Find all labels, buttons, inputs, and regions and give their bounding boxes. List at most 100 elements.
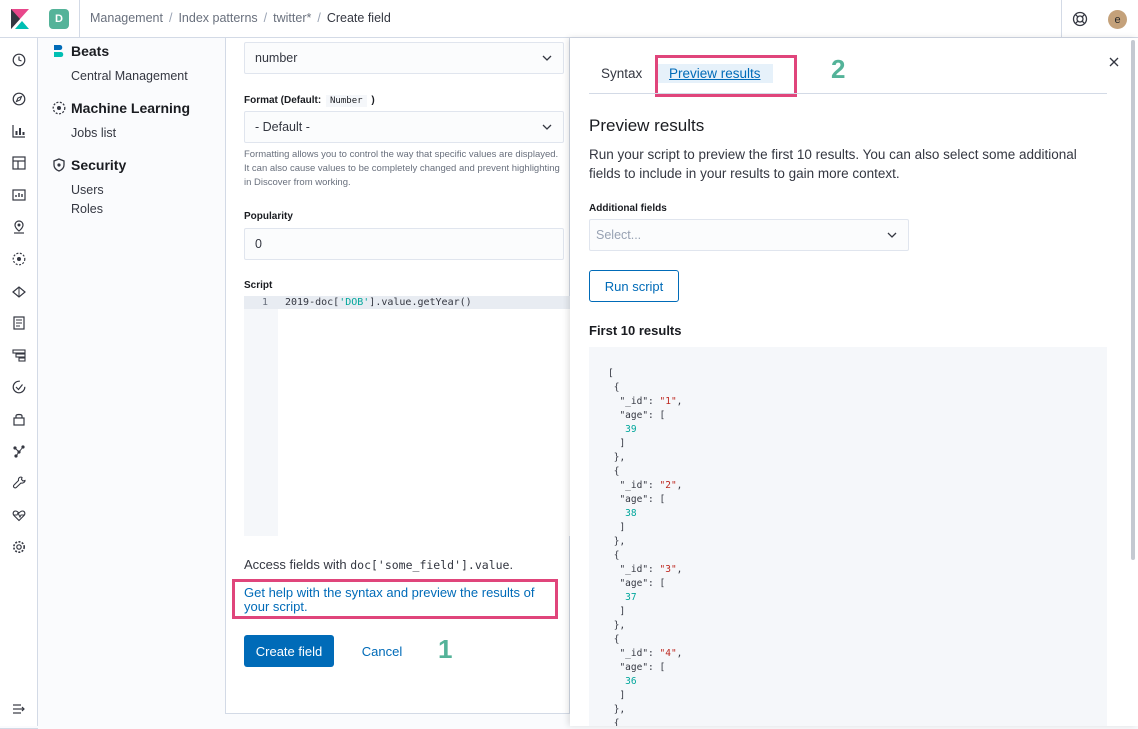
space-avatar[interactable]: D	[49, 9, 69, 29]
sidebar-section-title: Security	[71, 157, 127, 173]
type-select[interactable]: number	[244, 42, 564, 74]
result-age: 36	[625, 676, 637, 687]
flyout-scrollbar[interactable]	[1131, 40, 1135, 560]
breadcrumb-separator: /	[317, 11, 321, 25]
result-id: "1"	[659, 396, 677, 407]
format-default-code: Number	[326, 95, 367, 107]
expand-nav-icon[interactable]	[12, 702, 26, 716]
apm-icon[interactable]	[12, 348, 26, 362]
management-sidebar: Beats Central Management Machine Learnin…	[38, 38, 224, 726]
script-code-line: 2019-doc['DOB'].value.getYear()	[285, 296, 472, 309]
kibana-logo-icon[interactable]	[11, 9, 29, 29]
breadcrumb-current: Create field	[326, 11, 391, 25]
popularity-value: 0	[255, 237, 262, 251]
flyout-description: Run your script to preview the first 10 …	[589, 147, 1077, 181]
sidebar-item-central-management[interactable]: Central Management	[71, 69, 188, 83]
clock-icon[interactable]	[12, 53, 26, 67]
side-nav	[0, 38, 38, 729]
create-field-button[interactable]: Create field	[244, 635, 334, 667]
maps-icon[interactable]	[12, 220, 26, 234]
results-code-block[interactable]: [ { "_id": "1", "age": [ 39 ] }, { "_id"…	[589, 347, 1107, 726]
sidebar-item-jobs-list[interactable]: Jobs list	[71, 126, 116, 140]
format-label-prefix: Format (Default:	[244, 95, 322, 106]
additional-fields-label: Additional fields	[589, 203, 667, 214]
result-id: "4"	[659, 648, 677, 659]
result-age: 38	[625, 508, 637, 519]
results-json: [ { "_id": "1", "age": [ 39 ] }, { "_id"…	[608, 368, 683, 726]
graph-icon[interactable]	[12, 444, 26, 458]
access-fields-text: Access fields with doc['some_field'].val…	[244, 557, 513, 572]
ml-icon	[52, 101, 66, 115]
line-number: 1	[262, 297, 269, 308]
header-divider	[79, 0, 80, 38]
format-label: Format (Default: Number )	[244, 95, 375, 107]
result-age: 39	[625, 424, 637, 435]
format-select[interactable]: - Default -	[244, 111, 564, 143]
close-icon[interactable]	[1108, 56, 1120, 68]
user-avatar[interactable]: e	[1108, 10, 1127, 29]
breadcrumb: Management / Index patterns / twitter* / Creat…	[90, 11, 391, 25]
sidebar-section-title: Machine Learning	[71, 100, 191, 116]
sidebar-section-ml: Machine Learning	[52, 100, 190, 116]
popularity-label: Popularity	[244, 211, 293, 222]
siem-lock-icon[interactable]	[12, 412, 26, 426]
sidebar-section-title: Beats	[71, 43, 110, 59]
breadcrumb-index-patterns[interactable]: Index patterns	[178, 11, 257, 25]
management-gear-icon[interactable]	[12, 540, 26, 554]
compass-icon[interactable]	[12, 92, 26, 106]
sidebar-item-users[interactable]: Users	[71, 183, 104, 197]
run-script-button[interactable]: Run script	[589, 270, 679, 302]
flyout-title: Preview results	[589, 116, 705, 135]
access-prefix: Access fields with	[244, 557, 347, 572]
result-id: "3"	[659, 564, 677, 575]
editor-gutter	[244, 296, 278, 536]
type-select-value: number	[255, 51, 298, 65]
additional-fields-select[interactable]: Select...	[589, 219, 909, 251]
header-divider	[1061, 0, 1062, 38]
ml-icon[interactable]	[12, 252, 26, 266]
code-string-token: 'DOB'	[339, 297, 370, 308]
breadcrumb-management[interactable]: Management	[90, 11, 163, 25]
popularity-input[interactable]: 0	[244, 228, 564, 260]
canvas-icon[interactable]	[12, 188, 26, 202]
logs-icon[interactable]	[12, 316, 26, 330]
format-select-value: - Default -	[255, 120, 310, 134]
tabs-divider	[589, 93, 1107, 94]
tab-syntax[interactable]: Syntax	[601, 66, 642, 81]
format-label-suffix: )	[371, 95, 375, 106]
cancel-button[interactable]: Cancel	[350, 635, 414, 667]
sidebar-item-roles[interactable]: Roles	[71, 202, 103, 216]
script-label: Script	[244, 280, 273, 291]
devtools-icon[interactable]	[12, 476, 26, 490]
sidebar-section-security: Security	[52, 157, 126, 173]
infrastructure-icon[interactable]	[12, 284, 26, 298]
access-suffix: .	[509, 557, 514, 572]
format-help-text: Formatting allows you to control the way…	[244, 149, 560, 188]
result-age: 37	[625, 592, 637, 603]
results-title: First 10 results	[589, 323, 682, 338]
dashboard-icon[interactable]	[12, 156, 26, 170]
breadcrumb-separator: /	[168, 11, 173, 25]
visualize-icon[interactable]	[12, 124, 26, 138]
shield-icon	[53, 158, 65, 172]
top-header: D Management / Index patterns / twitter* / Cre…	[0, 0, 1138, 38]
annotation-number-1: 1	[438, 634, 453, 664]
highlight-box-1	[232, 579, 558, 619]
monitoring-icon[interactable]	[12, 508, 26, 522]
result-id: "2"	[659, 480, 677, 491]
annotation-number-2: 2	[831, 54, 846, 84]
chevron-down-icon	[542, 55, 552, 61]
access-code: doc['some_field'].value	[350, 558, 510, 572]
uptime-icon[interactable]	[12, 380, 26, 394]
sidebar-section-beats: Beats	[52, 43, 109, 59]
breadcrumb-separator: /	[263, 11, 268, 25]
code-token: 2019-doc[	[285, 297, 340, 308]
beats-icon	[54, 45, 64, 57]
chevron-down-icon	[887, 232, 897, 238]
script-editor[interactable]: 1 2019-doc['DOB'].value.getYear()	[244, 296, 570, 536]
select-placeholder: Select...	[596, 228, 642, 242]
code-token: ].value.getYear()	[369, 297, 472, 308]
breadcrumb-twitter[interactable]: twitter*	[273, 11, 311, 25]
highlight-box-2	[655, 55, 797, 97]
help-lifebuoy-icon[interactable]	[1072, 11, 1088, 27]
